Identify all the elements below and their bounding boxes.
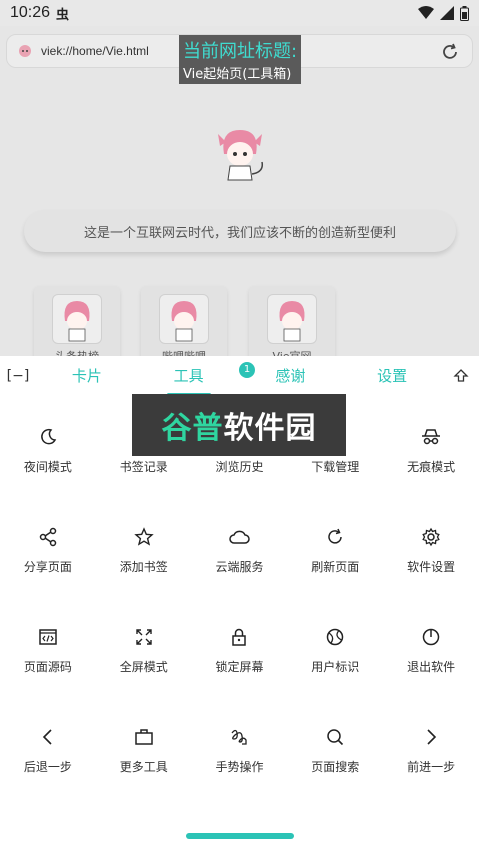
tool-label: 全屏模式 xyxy=(119,660,168,674)
tool-exit-app[interactable]: 退出软件 xyxy=(383,614,479,714)
tools-panel: [−] 卡片 工具 感谢 设置 1 夜间模式 书签记录 浏览历史 下载管理 无痕… xyxy=(0,356,479,851)
tool-label: 更多工具 xyxy=(119,760,168,774)
watermark-part1: 谷普 xyxy=(161,411,224,446)
notification-badge: 1 xyxy=(239,362,255,378)
tool-go-forward[interactable]: 前进一步 xyxy=(383,714,479,814)
tool-label: 夜间模式 xyxy=(23,460,72,474)
chevron-left-icon xyxy=(35,724,61,750)
gesture-icon xyxy=(226,724,252,750)
tool-gesture-control[interactable]: 手势操作 xyxy=(192,714,288,814)
reload-icon[interactable] xyxy=(438,40,462,64)
tool-app-settings[interactable]: 软件设置 xyxy=(383,514,479,614)
tool-label: 手势操作 xyxy=(215,760,264,774)
tool-label: 刷新页面 xyxy=(311,560,360,574)
tab-tools[interactable]: 工具 xyxy=(138,356,240,396)
tool-label: 前进一步 xyxy=(407,760,456,774)
tool-cloud-service[interactable]: 云端服务 xyxy=(192,514,288,614)
tool-user-agent[interactable]: 用户标识 xyxy=(287,614,383,714)
tool-label: 书签记录 xyxy=(119,460,168,474)
page-title-tooltip: 当前网址标题: Vie起始页(工具箱) xyxy=(179,35,302,84)
tool-page-source[interactable]: 页面源码 xyxy=(0,614,96,714)
tool-fullscreen-mode[interactable]: 全屏模式 xyxy=(96,614,192,714)
battery-icon xyxy=(460,5,469,21)
lock-icon xyxy=(226,624,252,650)
status-bar: 10:26 虫 xyxy=(0,0,479,26)
url-text[interactable]: viek://home/Vie.html xyxy=(41,44,149,58)
home-indicator[interactable] xyxy=(186,833,294,839)
tab-cards[interactable]: 卡片 xyxy=(36,356,138,396)
slogan-banner[interactable]: 这是一个互联网云时代，我们应该不断的创造新型便利 xyxy=(24,210,456,252)
card-thumbnail xyxy=(159,294,209,344)
moon-icon xyxy=(35,424,61,450)
tool-incognito-mode[interactable]: 无痕模式 xyxy=(383,414,479,514)
collapse-button[interactable]: [−] xyxy=(0,368,36,384)
tool-label: 软件设置 xyxy=(407,560,456,574)
tool-go-back[interactable]: 后退一步 xyxy=(0,714,96,814)
tool-label: 浏览历史 xyxy=(215,460,264,474)
status-time: 10:26 xyxy=(10,4,51,21)
title-tooltip-value: Vie起始页(工具箱) xyxy=(183,67,292,82)
status-notification: 虫 xyxy=(56,7,70,23)
tool-share-page[interactable]: 分享页面 xyxy=(0,514,96,614)
watermark-part2: 软件园 xyxy=(223,411,317,446)
search-icon xyxy=(322,724,348,750)
tool-refresh-page[interactable]: 刷新页面 xyxy=(287,514,383,614)
tool-more-tools[interactable]: 更多工具 xyxy=(96,714,192,814)
tool-label: 无痕模式 xyxy=(407,460,456,474)
tab-thanks[interactable]: 感谢 xyxy=(240,356,342,396)
expand-up-icon[interactable] xyxy=(443,368,479,384)
tool-label: 云端服务 xyxy=(215,560,264,574)
tool-label: 下载管理 xyxy=(311,460,360,474)
tool-label: 用户标识 xyxy=(311,660,360,674)
panel-tab-bar: [−] 卡片 工具 感谢 设置 xyxy=(0,356,479,396)
power-icon xyxy=(418,624,444,650)
cloud-icon xyxy=(226,524,252,550)
tool-label: 页面源码 xyxy=(23,660,72,674)
tool-page-search[interactable]: 页面搜索 xyxy=(287,714,383,814)
status-icons xyxy=(418,5,469,21)
briefcase-icon xyxy=(131,724,157,750)
tool-label: 退出软件 xyxy=(407,660,456,674)
browser-page: viek://home/Vie.html 当前网址标题: Vie起始页(工具箱)… xyxy=(0,26,479,376)
source-code-icon xyxy=(35,624,61,650)
tool-grid: 夜间模式 书签记录 浏览历史 下载管理 无痕模式 分享页面 添加书签 云端服务 … xyxy=(0,414,479,814)
tool-add-bookmark[interactable]: 添加书签 xyxy=(96,514,192,614)
tool-label: 分享页面 xyxy=(23,560,72,574)
share-icon xyxy=(35,524,61,550)
tool-label: 后退一步 xyxy=(23,760,72,774)
incognito-icon xyxy=(418,424,444,450)
card-thumbnail xyxy=(52,294,102,344)
star-icon xyxy=(131,524,157,550)
gear-icon xyxy=(418,524,444,550)
globe-icon xyxy=(322,624,348,650)
card-thumbnail xyxy=(267,294,317,344)
chevron-right-icon xyxy=(418,724,444,750)
site-favicon-icon xyxy=(17,43,33,59)
site-watermark: 谷普软件园 xyxy=(132,394,346,456)
wifi-icon xyxy=(418,6,434,20)
tool-lock-screen[interactable]: 锁定屏幕 xyxy=(192,614,288,714)
signal-icon xyxy=(440,6,454,20)
tab-settings[interactable]: 设置 xyxy=(341,356,443,396)
title-tooltip-heading: 当前网址标题: xyxy=(183,41,298,62)
mascot-image xyxy=(210,124,270,186)
fullscreen-icon xyxy=(131,624,157,650)
refresh-icon xyxy=(322,524,348,550)
tool-night-mode[interactable]: 夜间模式 xyxy=(0,414,96,514)
tool-label: 添加书签 xyxy=(119,560,168,574)
tool-label: 锁定屏幕 xyxy=(215,660,264,674)
tool-label: 页面搜索 xyxy=(311,760,360,774)
